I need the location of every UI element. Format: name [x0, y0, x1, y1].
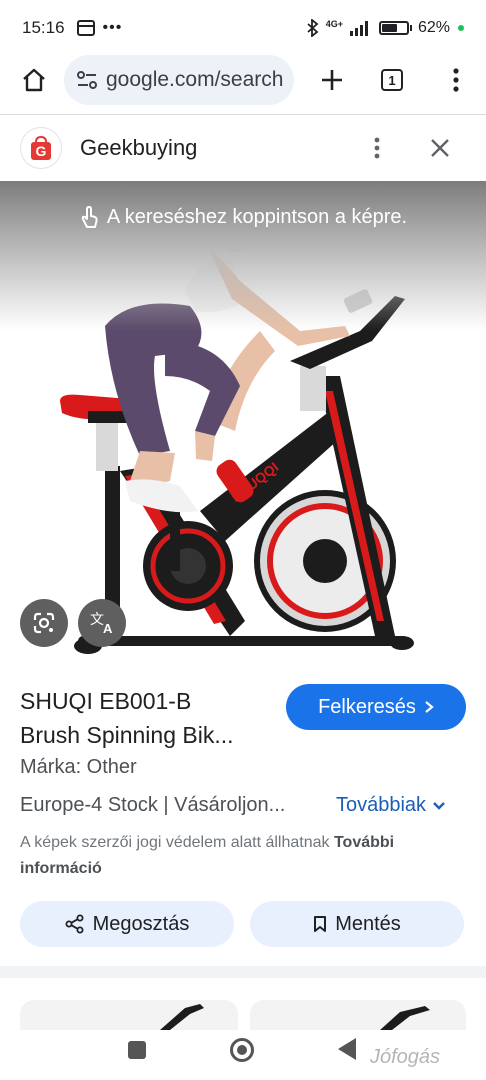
battery-percent: 62% [417, 19, 450, 36]
svg-text:G: G [36, 143, 47, 159]
translate-button[interactable]: 文 A [78, 599, 126, 647]
lens-icon [33, 612, 55, 634]
panel-more-button[interactable] [362, 131, 392, 165]
stock-line: Europe-4 Stock | Vásároljon... [20, 794, 286, 816]
signal-icon [349, 21, 368, 36]
recents-button[interactable] [128, 1041, 146, 1059]
chevron-down-icon [433, 801, 445, 810]
system-nav-bar: Jófogás [0, 1030, 486, 1080]
more-vert-icon [374, 137, 380, 159]
copyright-notice: A képek szerzői jogi védelem alatt állha… [20, 830, 470, 882]
more-vert-icon [453, 68, 459, 92]
site-logo[interactable]: G [20, 127, 62, 169]
visit-button[interactable]: Felkeresés [286, 684, 466, 730]
more-info-button[interactable]: Továbbiak [336, 794, 446, 817]
close-icon [431, 139, 449, 157]
product-title-line-2: Brush Spinning Bik... [20, 722, 234, 748]
site-name[interactable]: Geekbuying [80, 135, 197, 161]
related-bike-image [160, 1004, 204, 1030]
related-image-thumbnail[interactable] [250, 1000, 466, 1030]
more-notifications-icon: ••• [102, 19, 123, 36]
section-separator [0, 966, 486, 978]
back-button[interactable] [338, 1038, 356, 1060]
nav-home-button[interactable] [230, 1038, 254, 1062]
share-icon [65, 914, 84, 934]
svg-text:文: 文 [90, 611, 104, 627]
tap-hint: A kereséshez koppintson a képre. [0, 205, 486, 229]
watermark: Jófogás [370, 1046, 441, 1068]
panel-close-button[interactable] [422, 131, 458, 165]
tab-switcher-button[interactable]: 1 [372, 60, 412, 100]
browser-menu-button[interactable] [436, 60, 476, 100]
url-text: google.com/search [106, 68, 284, 91]
copyright-text: A képek szerzői jogi védelem alatt állha… [20, 834, 334, 851]
network-type: 4G+ [325, 19, 343, 29]
google-lens-button[interactable] [20, 599, 68, 647]
gallery-notification-icon [76, 20, 95, 36]
home-button[interactable] [14, 60, 54, 100]
bluetooth-icon [307, 19, 319, 37]
battery-icon [378, 21, 409, 35]
shopping-bag-logo-icon: G [31, 135, 51, 160]
address-bar[interactable]: google.com/search [64, 55, 294, 105]
privacy-indicator-icon [458, 25, 464, 31]
status-bar: 15:16 ••• 4G+ 62% [0, 0, 486, 56]
tap-hint-text: A kereséshez koppintson a képre. [106, 205, 408, 228]
translate-icon: 文 A [90, 611, 113, 635]
status-time: 15:16 [22, 18, 65, 37]
save-button[interactable]: Mentés [250, 901, 464, 947]
chevron-right-icon [425, 701, 434, 713]
site-settings-icon[interactable] [76, 70, 98, 90]
touch-icon [81, 206, 98, 228]
share-label: Megosztás [92, 912, 190, 935]
home-icon [23, 68, 45, 92]
tabs-icon: 1 [381, 69, 403, 91]
product-title[interactable]: SHUQI EB001-B Brush Spinning Bik... [20, 684, 280, 752]
product-image[interactable]: SHUQQI A kereséshez koppintson a képre. … [0, 181, 486, 667]
visit-label: Felkeresés [318, 695, 416, 718]
new-tab-button[interactable] [312, 60, 352, 100]
svg-text:A: A [103, 621, 113, 635]
bookmark-icon [314, 916, 327, 932]
image-gradient-overlay [0, 181, 486, 331]
browser-toolbar: google.com/search 1 [0, 52, 486, 108]
plus-icon [322, 70, 342, 90]
related-image-thumbnail[interactable] [20, 1000, 238, 1030]
more-label: Továbbiak [336, 794, 427, 816]
save-label: Mentés [335, 912, 401, 935]
panel-header: G Geekbuying [0, 115, 486, 181]
brand-line: Márka: Other [20, 756, 137, 778]
related-bike-image [380, 1006, 430, 1030]
product-title-line-1: SHUQI EB001-B [20, 688, 192, 714]
share-button[interactable]: Megosztás [20, 901, 234, 947]
